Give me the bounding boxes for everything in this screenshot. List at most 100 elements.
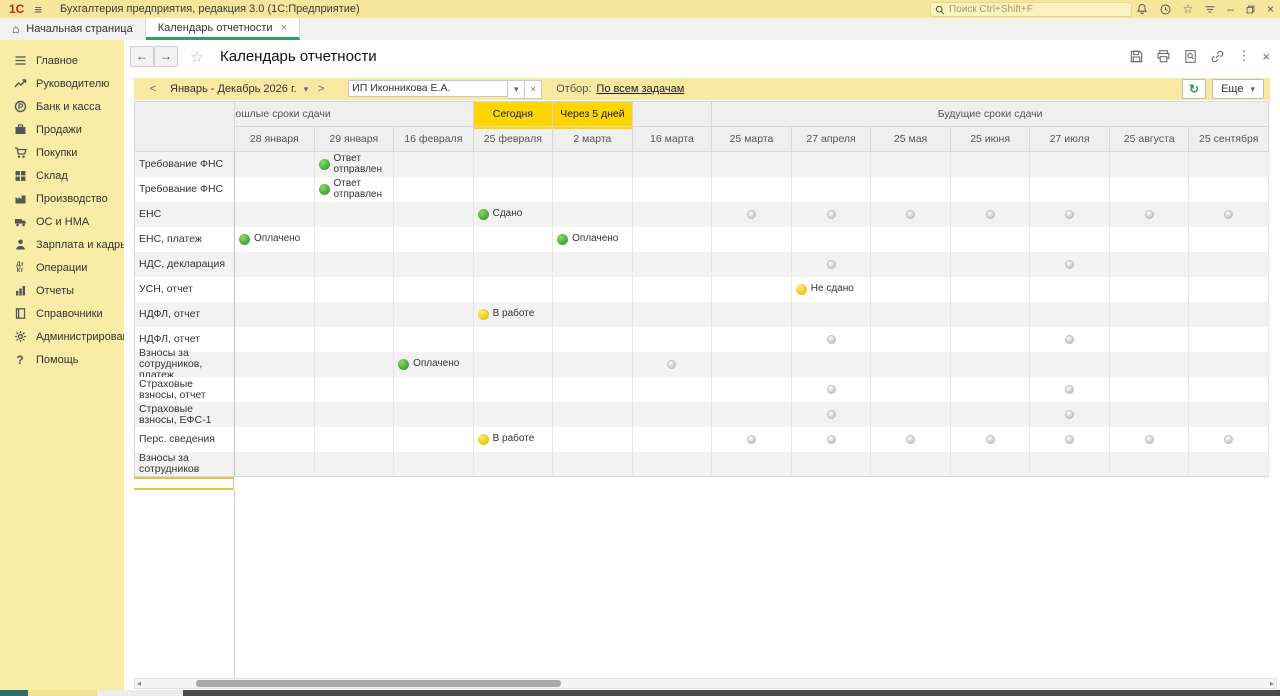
calendar-cell[interactable] xyxy=(474,327,554,352)
calendar-cell-upcoming[interactable] xyxy=(1030,327,1110,352)
calendar-cell-status[interactable]: Сдано xyxy=(474,202,554,227)
calendar-cell[interactable] xyxy=(951,327,1031,352)
calendar-cell[interactable] xyxy=(712,377,792,402)
calendar-cell[interactable] xyxy=(553,177,633,202)
back-button[interactable]: ← xyxy=(130,46,154,67)
calendar-cell[interactable] xyxy=(1110,352,1190,377)
calendar-cell[interactable] xyxy=(1189,302,1269,327)
calendar-cell-upcoming[interactable] xyxy=(1030,252,1110,277)
close-tab-icon[interactable]: × xyxy=(281,22,287,34)
calendar-cell[interactable] xyxy=(951,227,1031,252)
calendar-cell[interactable] xyxy=(235,177,315,202)
calendar-row-label[interactable]: УСН, отчет xyxy=(135,277,235,302)
calendar-cell[interactable] xyxy=(871,327,951,352)
calendar-cell-upcoming[interactable] xyxy=(1189,427,1269,452)
calendar-cell[interactable] xyxy=(315,252,395,277)
calendar-cell-upcoming[interactable] xyxy=(792,202,872,227)
sidebar-item-warehouse[interactable]: Склад xyxy=(0,164,124,187)
add-to-favorites-icon[interactable]: ☆ xyxy=(190,48,203,66)
calendar-cell[interactable] xyxy=(394,252,474,277)
calendar-cell[interactable] xyxy=(553,152,633,177)
calendar-cell[interactable] xyxy=(553,202,633,227)
calendar-row-label[interactable]: Перс. сведения xyxy=(135,427,235,452)
calendar-cell[interactable] xyxy=(1110,277,1190,302)
tab-reporting-calendar[interactable]: Календарь отчетности × xyxy=(146,18,300,40)
calendar-cell[interactable] xyxy=(474,252,554,277)
calendar-cell[interactable] xyxy=(394,327,474,352)
calendar-cell[interactable] xyxy=(633,202,713,227)
calendar-cell[interactable] xyxy=(474,177,554,202)
filter-value-link[interactable]: По всем задачам xyxy=(596,83,684,95)
calendar-cell[interactable] xyxy=(1189,452,1269,477)
calendar-cell[interactable] xyxy=(951,452,1031,477)
calendar-cell[interactable] xyxy=(474,452,554,477)
scroll-left-icon[interactable]: ◂ xyxy=(137,679,141,688)
calendar-cell-upcoming[interactable] xyxy=(792,402,872,427)
calendar-cell[interactable] xyxy=(951,177,1031,202)
calendar-cell[interactable] xyxy=(315,377,395,402)
calendar-cell[interactable] xyxy=(235,252,315,277)
scroll-right-icon[interactable]: ▸ xyxy=(1270,679,1274,688)
calendar-cell[interactable] xyxy=(712,152,792,177)
calendar-cell[interactable] xyxy=(474,352,554,377)
restore-icon[interactable] xyxy=(1245,4,1256,15)
calendar-cell[interactable] xyxy=(394,427,474,452)
calendar-cell-upcoming[interactable] xyxy=(951,427,1031,452)
calendar-cell[interactable] xyxy=(792,302,872,327)
calendar-cell[interactable] xyxy=(553,252,633,277)
calendar-row-label[interactable]: ЕНС xyxy=(135,202,235,227)
sidebar-item-chart[interactable]: Отчеты xyxy=(0,279,124,302)
global-search-input[interactable]: Поиск Ctrl+Shift+F xyxy=(930,2,1132,17)
calendar-row-label[interactable]: Страховые взносы, ЕФС-1 xyxy=(135,402,235,427)
calendar-cell[interactable] xyxy=(394,152,474,177)
calendar-cell-status[interactable]: Ответ отправлен xyxy=(315,152,395,177)
calendar-cell[interactable] xyxy=(1189,152,1269,177)
tab-home-page[interactable]: ⌂ Начальная страница xyxy=(0,18,146,40)
calendar-cell[interactable] xyxy=(633,327,713,352)
save-icon[interactable] xyxy=(1129,49,1144,64)
scrollbar-thumb[interactable] xyxy=(196,680,561,687)
minimize-icon[interactable]: – xyxy=(1227,0,1234,18)
calendar-cell[interactable] xyxy=(871,402,951,427)
calendar-cell[interactable] xyxy=(235,402,315,427)
calendar-cell[interactable] xyxy=(315,302,395,327)
calendar-cell[interactable] xyxy=(315,277,395,302)
calendar-cell[interactable] xyxy=(1110,227,1190,252)
calendar-cell[interactable] xyxy=(633,152,713,177)
calendar-cell[interactable] xyxy=(235,427,315,452)
calendar-cell[interactable] xyxy=(1110,452,1190,477)
sidebar-item-book[interactable]: Справочники xyxy=(0,302,124,325)
print-icon[interactable] xyxy=(1156,49,1171,64)
sidebar-item-person[interactable]: Зарплата и кадры xyxy=(0,233,124,256)
calendar-cell[interactable] xyxy=(951,352,1031,377)
calendar-cell-upcoming[interactable] xyxy=(951,202,1031,227)
calendar-cell-upcoming[interactable] xyxy=(792,427,872,452)
calendar-row-label[interactable]: НДС, декларация xyxy=(135,252,235,277)
calendar-cell[interactable] xyxy=(1110,327,1190,352)
organization-input[interactable]: ИП Иконникова Е.А. xyxy=(348,80,508,97)
calendar-cell[interactable] xyxy=(1110,177,1190,202)
calendar-cell[interactable] xyxy=(394,177,474,202)
calendar-cell[interactable] xyxy=(1030,277,1110,302)
notifications-icon[interactable] xyxy=(1136,3,1148,15)
calendar-cell[interactable] xyxy=(1189,277,1269,302)
calendar-cell[interactable] xyxy=(633,452,713,477)
calendar-cell[interactable] xyxy=(633,402,713,427)
calendar-cell[interactable] xyxy=(792,227,872,252)
calendar-cell[interactable] xyxy=(712,277,792,302)
calendar-cell[interactable] xyxy=(235,352,315,377)
calendar-cell-upcoming[interactable] xyxy=(871,427,951,452)
calendar-cell[interactable] xyxy=(315,352,395,377)
calendar-cell[interactable] xyxy=(951,302,1031,327)
functions-menu-icon[interactable] xyxy=(1204,3,1216,15)
calendar-cell[interactable] xyxy=(474,277,554,302)
calendar-cell[interactable] xyxy=(315,402,395,427)
calendar-row-label[interactable]: Взносы за сотрудников, платеж xyxy=(135,352,235,377)
calendar-cell[interactable] xyxy=(871,177,951,202)
calendar-cell-upcoming[interactable] xyxy=(1030,402,1110,427)
calendar-cell[interactable] xyxy=(474,227,554,252)
calendar-cell-upcoming[interactable] xyxy=(712,427,792,452)
calendar-cell-upcoming[interactable] xyxy=(871,202,951,227)
next-period-button[interactable]: > xyxy=(308,83,334,95)
more-button[interactable]: Еще ▾ xyxy=(1212,79,1264,99)
